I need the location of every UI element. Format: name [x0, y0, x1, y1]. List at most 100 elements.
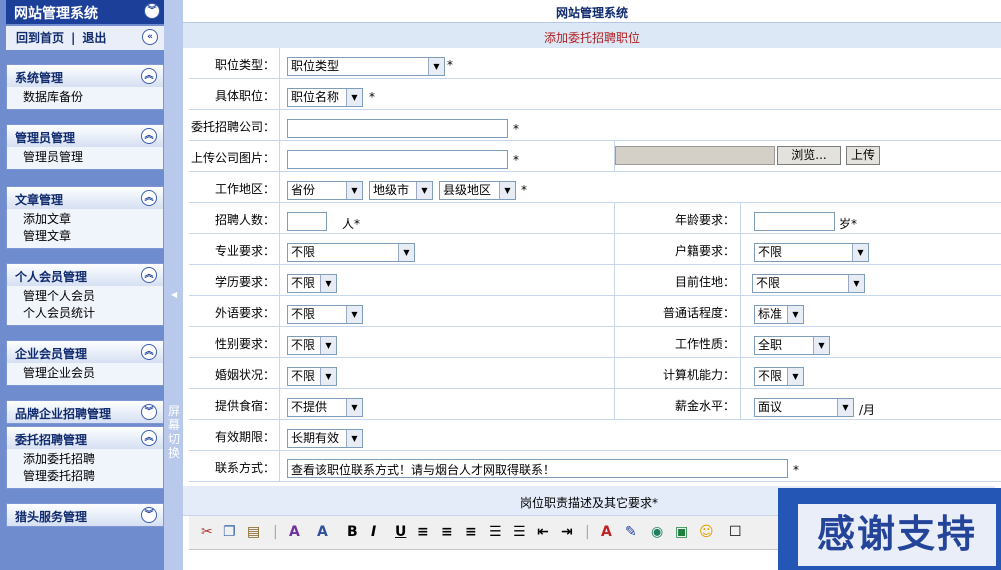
screen-switch-label[interactable]: 屏幕切换 — [168, 404, 180, 460]
major-select[interactable]: 不限 ▼ — [287, 243, 415, 262]
group-title: 个人会员管理 — [15, 270, 88, 284]
collapse-icon[interactable]: ︽ — [141, 128, 157, 144]
file-path-field[interactable] — [615, 146, 775, 165]
emoticon-icon[interactable]: ☺ — [699, 523, 714, 541]
county-select[interactable]: 县级地区 ▼ — [439, 181, 516, 200]
logout-link[interactable]: 退出 — [82, 31, 106, 45]
text-color-icon[interactable]: A — [601, 523, 612, 541]
collapse-icon[interactable]: ︽ — [141, 68, 157, 84]
province-select[interactable]: 省份 ▼ — [287, 181, 363, 200]
education-select[interactable]: 不限 ▼ — [287, 274, 337, 293]
group-title: 文章管理 — [15, 193, 64, 207]
collapse-icon[interactable]: ︽ — [141, 430, 157, 446]
font-icon[interactable]: A — [289, 523, 300, 541]
job-type-select[interactable]: 职位类型 ▼ — [287, 57, 445, 76]
city-select[interactable]: 地级市 ▼ — [369, 181, 433, 200]
collapse-all-icon[interactable]: ︾ — [144, 3, 160, 19]
job-nature-select[interactable]: 全职 ▼ — [754, 336, 830, 355]
collapse-icon[interactable]: ︽ — [141, 267, 157, 283]
form-row: 工作地区： 省份 ▼ 地级市 ▼ 县级地区 ▼ * — [189, 172, 1001, 203]
sidebar-item-manage-article[interactable]: 管理文章 — [23, 228, 163, 245]
divider — [279, 420, 280, 450]
align-left-icon[interactable]: ≡ — [417, 523, 429, 541]
sidebar-item-admin[interactable]: 管理员管理 — [23, 149, 163, 166]
group-header[interactable]: 委托招聘管理 ︽ — [7, 427, 163, 449]
sidebar-item-manage-company[interactable]: 管理企业会员 — [23, 365, 163, 382]
company-image-input[interactable] — [287, 150, 508, 169]
sidebar-item-add-article[interactable]: 添加文章 — [23, 211, 163, 228]
group-header[interactable]: 管理员管理 ︽ — [7, 125, 163, 147]
sidebar-item-manage-personal[interactable]: 管理个人会员 — [23, 288, 163, 305]
banner-text: 感谢支持 — [798, 504, 996, 566]
highlight-icon[interactable]: ✎ — [625, 523, 637, 541]
expand-icon[interactable]: ︾ — [141, 404, 157, 420]
age-input[interactable] — [754, 212, 835, 231]
group-header[interactable]: 系统管理 ︽ — [7, 65, 163, 87]
browse-button[interactable]: 浏览... — [777, 146, 841, 165]
group-header[interactable]: 文章管理 ︽ — [7, 187, 163, 209]
language-select[interactable]: 不限 ▼ — [287, 305, 363, 324]
collapse-icon[interactable]: ︽ — [141, 190, 157, 206]
dropdown-arrow-icon: ▼ — [428, 58, 444, 75]
field-label: 上传公司图片： — [189, 141, 275, 171]
sidebar-item-manage-entrusted[interactable]: 管理委托招聘 — [23, 468, 163, 485]
group-articles: 文章管理 ︽ 添加文章 管理文章 — [6, 186, 164, 249]
select-value: 不限 — [758, 245, 783, 259]
underline-icon[interactable]: U — [395, 523, 406, 541]
align-right-icon[interactable]: ≡ — [465, 523, 477, 541]
lodging-select[interactable]: 不提供 ▼ — [287, 398, 363, 417]
image-icon[interactable]: ▣ — [675, 523, 688, 541]
screen-switch-bar[interactable]: ◀ 屏幕切换 — [164, 0, 183, 570]
divider — [279, 203, 280, 233]
field-label: 工作性质： — [619, 327, 735, 357]
gender-select[interactable]: 不限 ▼ — [287, 336, 337, 355]
group-header[interactable]: 个人会员管理 ︽ — [7, 264, 163, 286]
home-link[interactable]: 回到首页 — [16, 31, 64, 45]
expand-icon[interactable]: ︾ — [141, 507, 157, 523]
checkbox-icon[interactable]: ☐ — [729, 523, 742, 541]
copy-icon[interactable]: ❐ — [223, 523, 236, 541]
collapse-icon[interactable]: ︽ — [141, 344, 157, 360]
align-center-icon[interactable]: ≡ — [441, 523, 453, 541]
computer-select[interactable]: 不限 ▼ — [754, 367, 804, 386]
upload-button[interactable]: 上传 — [846, 146, 880, 165]
marriage-select[interactable]: 不限 ▼ — [287, 367, 337, 386]
group-header[interactable]: 猎头服务管理 ︾ — [7, 504, 163, 526]
job-name-select[interactable]: 职位名称 ▼ — [287, 88, 363, 107]
bold-icon[interactable]: B — [347, 523, 358, 541]
outdent-icon[interactable]: ⇤ — [537, 523, 549, 541]
residence-select[interactable]: 不限 ▼ — [752, 274, 865, 293]
company-input[interactable] — [287, 119, 508, 138]
cut-icon[interactable]: ✂ — [201, 523, 213, 541]
group-brand-recruit: 品牌企业招聘管理 ︾ — [6, 400, 164, 424]
link-icon[interactable]: ◉ — [651, 523, 663, 541]
contact-input[interactable]: 查看该职位联系方式！请与烟台人才网取得联系！ — [287, 459, 788, 478]
sidebar-item-add-entrusted[interactable]: 添加委托招聘 — [23, 451, 163, 468]
divider — [279, 79, 280, 109]
triangle-left-icon[interactable]: ◀ — [171, 290, 177, 299]
dropdown-arrow-icon: ▼ — [320, 275, 336, 292]
unordered-list-icon[interactable]: ☰ — [513, 523, 526, 541]
headcount-input[interactable] — [287, 212, 327, 231]
font-size-icon[interactable]: A — [317, 523, 328, 541]
dropdown-arrow-icon: ▼ — [346, 182, 362, 199]
select-value: 不限 — [758, 369, 783, 383]
mandarin-select[interactable]: 标准 ▼ — [754, 305, 804, 324]
field-label: 职位类型： — [189, 48, 275, 78]
hukou-select[interactable]: 不限 ▼ — [754, 243, 869, 262]
group-header[interactable]: 企业会员管理 ︽ — [7, 341, 163, 363]
divider — [279, 451, 280, 481]
divider — [740, 234, 741, 264]
group-header[interactable]: 品牌企业招聘管理 ︾ — [7, 401, 163, 423]
hide-sidebar-icon[interactable]: « — [142, 29, 158, 45]
ordered-list-icon[interactable]: ☰ — [489, 523, 502, 541]
paste-icon[interactable]: ▤ — [247, 523, 260, 541]
sidebar-item-db-backup[interactable]: 数据库备份 — [23, 89, 163, 106]
italic-icon[interactable]: I — [371, 523, 376, 541]
validity-select[interactable]: 长期有效 ▼ — [287, 429, 363, 448]
select-value: 面议 — [758, 400, 783, 414]
field-label: 薪金水平： — [619, 389, 735, 419]
sidebar-item-personal-stats[interactable]: 个人会员统计 — [23, 305, 163, 322]
indent-icon[interactable]: ⇥ — [561, 523, 573, 541]
salary-select[interactable]: 面议 ▼ — [754, 398, 854, 417]
